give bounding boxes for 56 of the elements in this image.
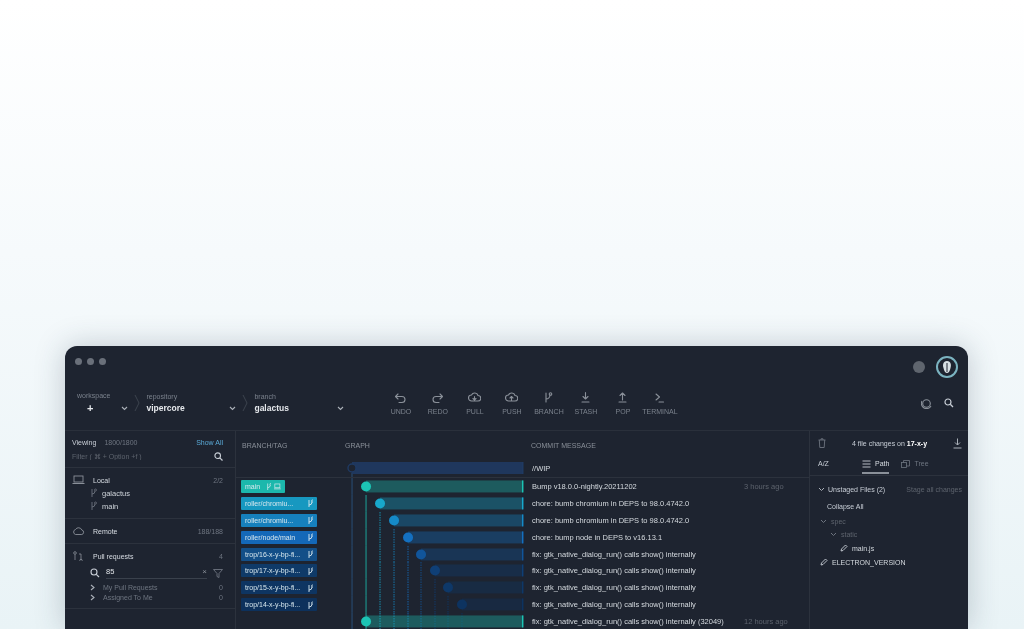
graph-lines [351,545,409,563]
graph-lines [351,562,422,580]
dropdown-caret-icon[interactable] [229,405,237,411]
caret-icon[interactable] [830,532,837,537]
commit-node[interactable] [457,599,467,610]
branch-icon [307,516,313,525]
caret-icon[interactable] [818,487,825,492]
pull-icon [468,391,482,404]
branch-icon [307,600,313,609]
commit-node[interactable] [347,463,357,473]
caret-icon[interactable] [820,519,827,524]
search-icon[interactable] [944,398,954,408]
branch-icon [307,583,313,592]
avatar-icon [941,360,953,374]
crumb-value[interactable]: vipercore [146,403,185,413]
branch-icon [307,566,313,575]
undo-icon [394,391,408,404]
commit-node[interactable] [361,481,372,492]
laptop-icon [72,475,85,485]
laptop-icon [274,482,281,490]
dropdown-caret-icon[interactable] [337,405,345,411]
status-indicator [913,361,925,373]
terminal-icon [653,391,667,404]
clear-button[interactable]: × [202,567,207,576]
branch-icon [307,533,313,542]
commit-node[interactable] [430,565,440,576]
branch-icon [266,482,272,491]
avatar[interactable] [936,356,958,378]
download-icon[interactable] [953,437,962,449]
crumb-value[interactable]: galactus [254,403,289,413]
redo-icon [431,391,445,404]
branch-icon [307,499,313,508]
commit-node[interactable] [416,549,426,559]
cloud-icon [72,526,85,536]
branch-icon [90,501,97,511]
pull-request-icon [72,551,85,561]
branch-icon [307,550,313,558]
commit-node[interactable] [375,498,386,509]
commit-node[interactable] [389,515,399,526]
dropdown-caret-icon[interactable] [121,405,129,411]
pencil-icon [840,544,848,552]
push-icon [505,391,519,404]
commit-node[interactable] [403,532,413,543]
sync-icon[interactable] [921,397,932,409]
commit-node[interactable] [361,616,372,627]
list-icon [862,459,871,468]
tree-icon [901,459,911,468]
filter-icon[interactable] [213,568,223,578]
search-icon[interactable] [214,452,223,461]
crumb-value[interactable]: + [77,402,94,414]
search-icon [90,568,100,578]
branch-icon [90,488,97,498]
commit-node[interactable] [443,582,453,593]
pencil-icon [820,558,828,566]
trash-icon[interactable] [818,438,826,448]
commit-bar [462,598,524,611]
